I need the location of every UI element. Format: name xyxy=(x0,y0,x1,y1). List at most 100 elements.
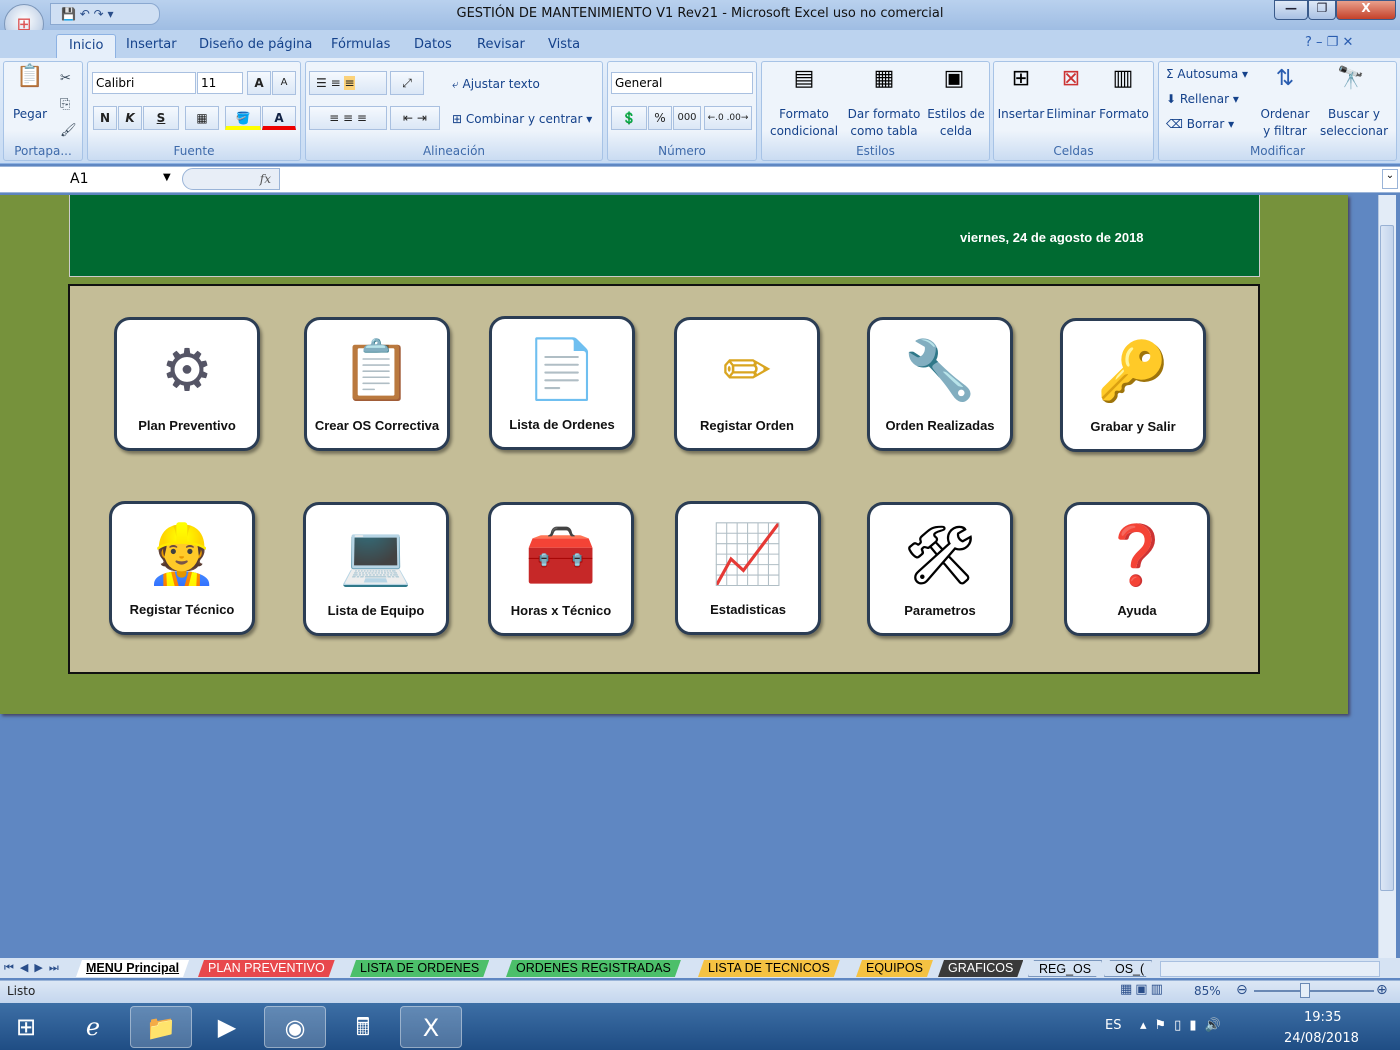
thousands-button[interactable]: 000 xyxy=(673,106,701,130)
clock-date[interactable]: 24/08/2018 xyxy=(1284,1031,1359,1046)
internet-explorer-icon[interactable]: ℯ xyxy=(62,1006,124,1048)
tab-diseno-pagina[interactable]: Diseño de página xyxy=(187,34,324,58)
sheet-tab-ordenes-registradas[interactable]: ORDENES REGISTRADAS xyxy=(506,960,681,977)
language-indicator[interactable]: ES xyxy=(1105,1018,1121,1033)
autosum-button[interactable]: Σ Autosuma ▾ xyxy=(1166,66,1248,83)
plan-preventivo-button[interactable]: ⚙ Plan Preventivo xyxy=(114,317,260,451)
font-size-select[interactable]: 11 xyxy=(197,72,243,94)
currency-button[interactable]: 💲 xyxy=(611,106,647,130)
excel-icon[interactable]: X xyxy=(400,1006,462,1048)
sheet-tab-plan-preventivo[interactable]: PLAN PREVENTIVO xyxy=(198,960,335,977)
number-format-select[interactable]: General xyxy=(611,72,753,94)
sheet-tab-menu-principal[interactable]: MENU Principal xyxy=(76,960,189,977)
formula-input[interactable] xyxy=(290,170,1375,190)
tab-vista[interactable]: Vista xyxy=(536,34,592,58)
chrome-icon[interactable]: ◉ xyxy=(264,1006,326,1048)
zoom-slider-thumb[interactable] xyxy=(1300,983,1310,998)
media-player-icon[interactable]: ▶ xyxy=(196,1006,258,1048)
minimize-button[interactable]: — xyxy=(1274,0,1308,20)
horas-x-tecnico-button[interactable]: 🧰 Horas x Técnico xyxy=(488,502,634,636)
indent-buttons[interactable]: ⇤ ⇥ xyxy=(390,106,440,130)
expand-formula-bar-icon[interactable]: ⌄ xyxy=(1382,169,1398,189)
vertical-scroll-thumb[interactable] xyxy=(1380,225,1394,891)
sheet-tab-reg-os[interactable]: REG_OS xyxy=(1028,960,1102,977)
clock-time[interactable]: 19:35 xyxy=(1304,1010,1341,1025)
font-color-button[interactable]: A xyxy=(262,106,296,130)
insert-cells-icon[interactable]: ⊞ xyxy=(1004,66,1038,92)
registar-tecnico-button[interactable]: 👷 Registar Técnico xyxy=(109,501,255,635)
orden-realizadas-button[interactable]: 🔧 Orden Realizadas xyxy=(867,317,1013,451)
bold-button[interactable]: N xyxy=(93,106,117,130)
name-box[interactable]: A1 xyxy=(0,167,180,191)
registar-orden-button[interactable]: ✏ Registar Orden xyxy=(674,317,820,451)
tray-icons[interactable]: ▴⚑▯▮🔊 xyxy=(1140,1018,1229,1033)
delete-cells-icon[interactable]: ⊠ xyxy=(1054,66,1088,92)
insert-function-button[interactable]: fx xyxy=(182,168,280,190)
format-table-icon[interactable]: ▦ xyxy=(866,66,902,92)
conditional-format-button[interactable]: Formato condicional xyxy=(764,106,844,140)
calculator-icon[interactable]: 🖩 xyxy=(332,1006,394,1048)
zoom-slider[interactable] xyxy=(1254,990,1374,992)
help-icon[interactable]: ? – ❐ ✕ xyxy=(1305,35,1353,50)
zoom-out-icon[interactable]: ⊖ xyxy=(1236,982,1248,998)
name-box-dropdown-icon[interactable]: ▼ xyxy=(163,172,171,183)
close-button[interactable]: X xyxy=(1336,0,1396,20)
wrap-text-button[interactable]: ⤶ Ajustar texto xyxy=(452,76,540,93)
sheet-tab-os[interactable]: OS_( xyxy=(1104,960,1152,977)
insert-cells-button[interactable]: Insertar xyxy=(996,106,1046,123)
zoom-in-icon[interactable]: ⊕ xyxy=(1376,982,1388,998)
paste-button[interactable]: Pegar xyxy=(8,106,52,123)
tab-formulas[interactable]: Fórmulas xyxy=(319,34,402,58)
sort-filter-icon[interactable]: ⇅ xyxy=(1268,66,1302,92)
conditional-format-icon[interactable]: ▤ xyxy=(786,66,822,92)
borders-button[interactable]: ▦ xyxy=(185,106,219,130)
view-buttons[interactable]: ▦▣▥ xyxy=(1120,982,1166,997)
start-button[interactable]: ⊞ xyxy=(0,1006,52,1048)
underline-button[interactable]: S xyxy=(143,106,179,130)
horizontal-scrollbar[interactable] xyxy=(1160,961,1380,977)
file-explorer-icon[interactable]: 📁 xyxy=(130,1006,192,1048)
grow-font-button[interactable]: A xyxy=(247,71,271,95)
delete-cells-button[interactable]: Eliminar xyxy=(1046,106,1096,123)
merge-center-button[interactable]: ⊞ Combinar y centrar ▾ xyxy=(452,111,592,128)
crear-os-correctiva-button[interactable]: 📋 Crear OS Correctiva xyxy=(304,317,450,451)
sheet-nav-arrows[interactable]: ⏮◀▶⏭ xyxy=(4,961,65,975)
tab-revisar[interactable]: Revisar xyxy=(465,34,537,58)
format-table-button[interactable]: Dar formato como tabla xyxy=(845,106,923,140)
sheet-tab-lista-tecnicos[interactable]: LISTA DE TECNICOS xyxy=(698,960,840,977)
format-cells-icon[interactable]: ▥ xyxy=(1106,66,1140,92)
vertical-align-buttons[interactable]: ☰ ≡ ≡ xyxy=(309,71,387,95)
percent-button[interactable]: % xyxy=(648,106,672,130)
cell-styles-button[interactable]: Estilos de celda xyxy=(925,106,987,140)
sheet-tab-equipos[interactable]: EQUIPOS xyxy=(856,960,933,977)
tab-insertar[interactable]: Insertar xyxy=(114,34,189,58)
parametros-button[interactable]: 🛠 Parametros xyxy=(867,502,1013,636)
paste-icon[interactable]: 📋 xyxy=(14,64,46,90)
lista-de-equipo-button[interactable]: 💻 Lista de Equipo xyxy=(303,502,449,636)
lista-de-ordenes-button[interactable]: 📄 Lista de Ordenes xyxy=(489,316,635,450)
sheet-tab-lista-ordenes[interactable]: LISTA DE ORDENES xyxy=(350,960,489,977)
tab-datos[interactable]: Datos xyxy=(402,34,464,58)
restore-button[interactable]: ❐ xyxy=(1308,0,1336,20)
estadisticas-button[interactable]: 📈 Estadisticas xyxy=(675,501,821,635)
find-select-button[interactable]: Buscar y seleccionar xyxy=(1315,106,1393,140)
ayuda-button[interactable]: ❓ Ayuda xyxy=(1064,502,1210,636)
sheet-tab-graficos[interactable]: GRAFICOS xyxy=(938,960,1023,977)
clear-button[interactable]: ⌫ Borrar ▾ xyxy=(1166,116,1234,133)
font-name-select[interactable]: Calibri xyxy=(92,72,196,94)
cell-styles-icon[interactable]: ▣ xyxy=(936,66,972,92)
cut-copy-format-icons[interactable]: ✂ ⎘ 🖌 xyxy=(60,66,77,144)
zoom-level[interactable]: 85% xyxy=(1194,984,1221,998)
find-select-icon[interactable]: 🔭 xyxy=(1334,66,1368,92)
grabar-y-salir-button[interactable]: 🔑 Grabar y Salir xyxy=(1060,318,1206,452)
sort-filter-button[interactable]: Ordenar y filtrar xyxy=(1256,106,1314,140)
decimal-buttons[interactable]: ←.0 .00→ xyxy=(704,106,752,130)
fill-color-button[interactable]: 🪣 xyxy=(225,106,261,130)
fill-button[interactable]: ⬇ Rellenar ▾ xyxy=(1166,91,1239,108)
tab-inicio[interactable]: Inicio xyxy=(56,34,117,58)
orientation-button[interactable]: ⤢ xyxy=(390,71,424,95)
italic-button[interactable]: K xyxy=(118,106,142,130)
shrink-font-button[interactable]: A xyxy=(272,71,296,95)
horizontal-align-buttons[interactable]: ≡ ≡ ≡ xyxy=(309,106,387,130)
format-cells-button[interactable]: Formato xyxy=(1097,106,1151,123)
